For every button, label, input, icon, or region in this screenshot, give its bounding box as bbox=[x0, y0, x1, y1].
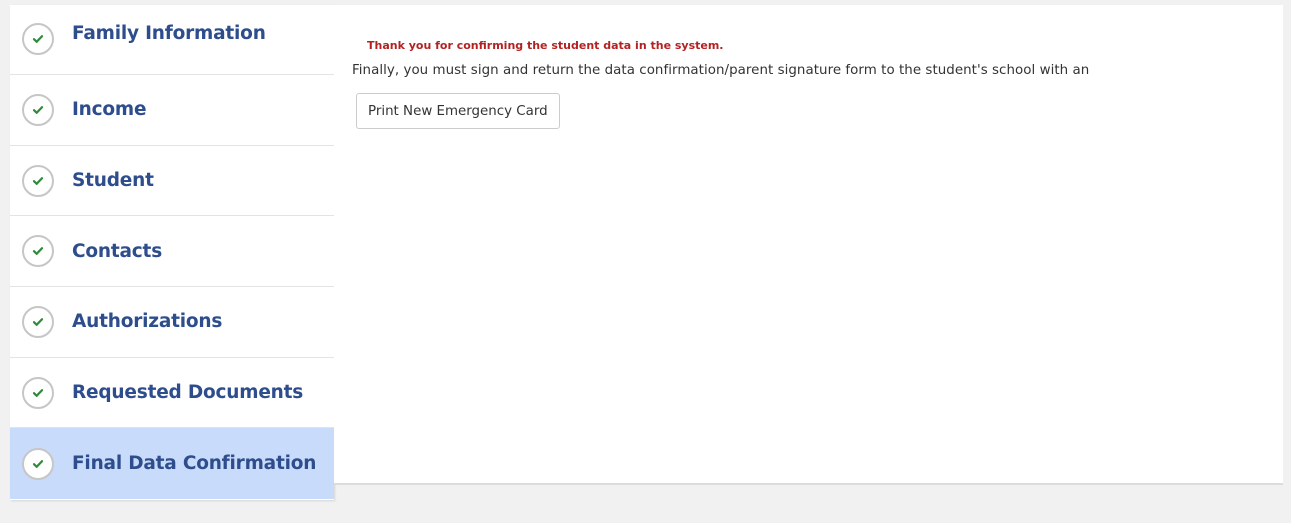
sidebar-item-label: Contacts bbox=[72, 240, 163, 262]
sidebar-item-contacts[interactable]: Contacts bbox=[10, 216, 334, 288]
check-circle-icon bbox=[22, 305, 54, 338]
print-emergency-card-button[interactable]: Print New Emergency Card bbox=[356, 93, 560, 129]
sidebar-item-requested-documents[interactable]: Requested Documents bbox=[10, 358, 334, 429]
sidebar-item-income[interactable]: Income bbox=[10, 75, 334, 146]
check-circle-icon bbox=[22, 164, 54, 197]
sidebar-item-label: Authorizations bbox=[72, 311, 223, 333]
sidebar-item-authorizations[interactable]: Authorizations bbox=[10, 287, 334, 358]
sidebar-item-label: Student bbox=[72, 170, 154, 192]
main-panel: Thank you for confirming the student dat… bbox=[334, 5, 1283, 485]
sidebar-item-label: Final Data Confirmation bbox=[72, 453, 317, 475]
check-circle-icon bbox=[22, 93, 54, 126]
check-circle-icon bbox=[22, 235, 54, 268]
sidebar-item-label: Family Information bbox=[72, 23, 266, 44]
sidebar-item-family-information[interactable]: Family Information bbox=[10, 5, 334, 75]
confirmation-message: Thank you for confirming the student dat… bbox=[367, 39, 724, 52]
instructions-text: Finally, you must sign and return the da… bbox=[352, 63, 1090, 78]
sidebar-item-student[interactable]: Student bbox=[10, 146, 334, 217]
sidebar-item-label: Income bbox=[72, 99, 147, 121]
sidebar-item-final-data-confirmation[interactable]: Final Data Confirmation bbox=[10, 428, 334, 500]
sidebar-item-label: Requested Documents bbox=[72, 382, 304, 404]
check-circle-icon bbox=[22, 376, 54, 409]
step-sidebar: Family Information Income Student Contac… bbox=[10, 5, 334, 500]
check-circle-icon bbox=[22, 447, 54, 480]
check-circle-icon bbox=[22, 23, 54, 55]
